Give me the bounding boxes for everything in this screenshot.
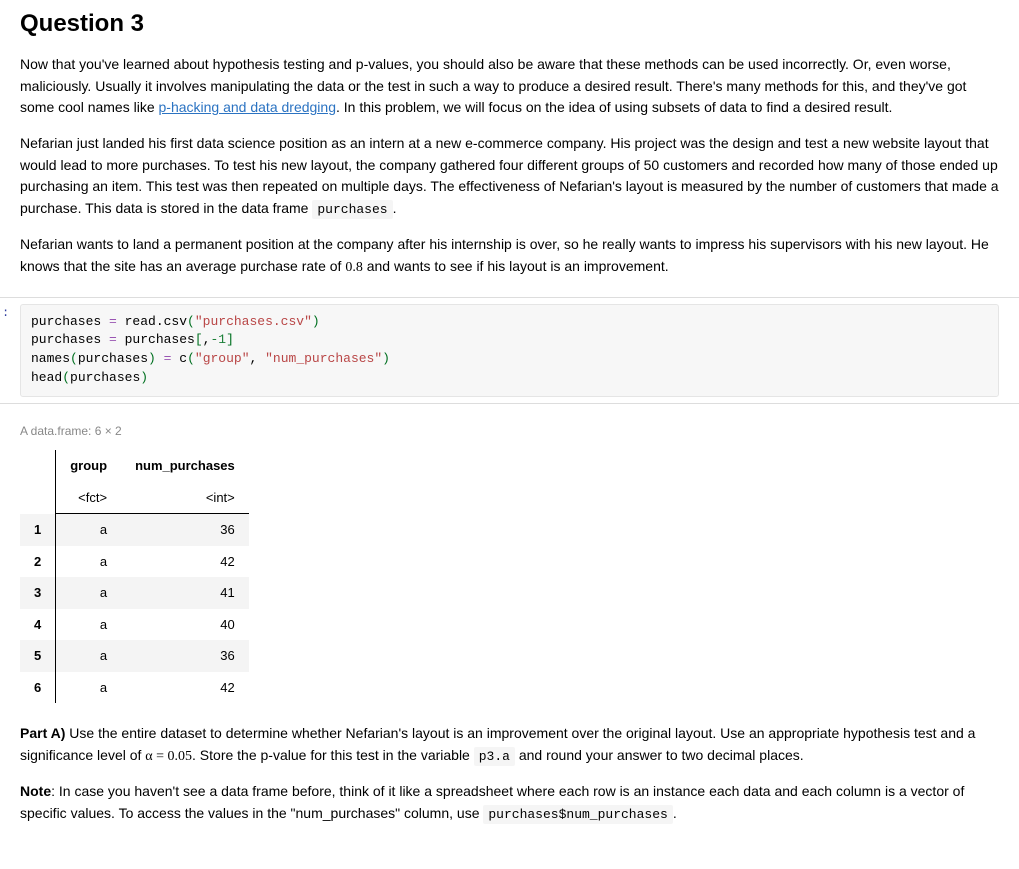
intro-paragraph-3: Nefarian wants to land a permanent posit… (20, 234, 999, 278)
table-type-group: <fct> (56, 482, 121, 514)
table-row: 6 a 42 (20, 672, 249, 704)
cell-num: 42 (121, 672, 249, 704)
row-index: 1 (20, 514, 56, 546)
table-corner (20, 482, 56, 514)
text: . (393, 200, 397, 216)
cell-group: a (56, 514, 121, 546)
table-header-group: group (56, 450, 121, 482)
intro-paragraph-2: Nefarian just landed his first data scie… (20, 133, 999, 220)
row-index: 2 (20, 546, 56, 578)
cell-num: 36 (121, 640, 249, 672)
table-header-num: num_purchases (121, 450, 249, 482)
intro-paragraph-1: Now that you've learned about hypothesis… (20, 54, 999, 119)
output-caption: A data.frame: 6 × 2 (20, 422, 999, 440)
cell-group: a (56, 672, 121, 704)
cell-num: 41 (121, 577, 249, 609)
cell-group: a (56, 640, 121, 672)
table-corner (20, 450, 56, 482)
math-rate: 0.8 (345, 260, 363, 275)
note-label: Note (20, 783, 51, 799)
text: and wants to see if his layout is an imp… (363, 258, 669, 274)
note-paragraph: Note: In case you haven't see a data fra… (20, 781, 999, 825)
p-hacking-link[interactable]: p-hacking and data dredging (159, 99, 336, 115)
table-row: 5 a 36 (20, 640, 249, 672)
text: and round your answer to two decimal pla… (515, 747, 804, 763)
cell-num: 36 (121, 514, 249, 546)
table-row: 4 a 40 (20, 609, 249, 641)
cell-group: a (56, 609, 121, 641)
cell-group: a (56, 577, 121, 609)
cell-num: 42 (121, 546, 249, 578)
row-index: 3 (20, 577, 56, 609)
inline-code-p3a: p3.a (474, 747, 515, 766)
math-alpha: α = 0.05 (145, 749, 192, 764)
row-index: 4 (20, 609, 56, 641)
code-block: purchases = read.csv("purchases.csv") pu… (20, 304, 999, 397)
dataframe-table: group num_purchases <fct> <int> 1 a 36 2… (20, 450, 249, 703)
text: . Store the p-value for this test in the… (192, 747, 474, 763)
row-index: 6 (20, 672, 56, 704)
text: Nefarian just landed his first data scie… (20, 135, 999, 216)
inline-code-purchases: purchases (312, 200, 392, 219)
table-type-num: <int> (121, 482, 249, 514)
question-heading: Question 3 (20, 6, 999, 42)
part-a-label: Part A) (20, 725, 65, 741)
cell-num: 40 (121, 609, 249, 641)
row-index: 5 (20, 640, 56, 672)
table-row: 2 a 42 (20, 546, 249, 578)
cell-group: a (56, 546, 121, 578)
table-row: 3 a 41 (20, 577, 249, 609)
input-prompt: : (0, 304, 9, 322)
table-row: 1 a 36 (20, 514, 249, 546)
text: . (673, 805, 677, 821)
inline-code-access: purchases$num_purchases (483, 805, 672, 824)
text: . In this problem, we will focus on the … (336, 99, 892, 115)
part-a-paragraph: Part A) Use the entire dataset to determ… (20, 723, 999, 767)
code-cell: : purchases = read.csv("purchases.csv") … (0, 297, 1019, 404)
